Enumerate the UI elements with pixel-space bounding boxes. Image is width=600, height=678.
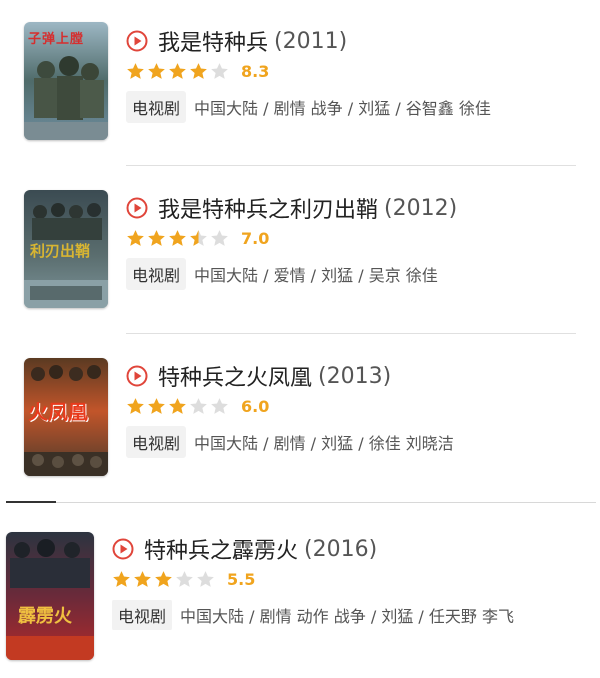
rating-score: 7.0 (241, 228, 270, 248)
rating-stars (126, 229, 231, 248)
star-filled-icon (134, 570, 151, 587)
list-item[interactable]: 子弹上膛 我是特种兵 (2011) 8.3 电视剧 中国大陆 / 剧情 战争 /… (0, 0, 600, 165)
star-filled-icon (148, 62, 165, 79)
item-year: (2012) (384, 195, 458, 221)
play-icon[interactable] (112, 538, 134, 560)
star-empty-icon (190, 397, 207, 414)
divider (56, 502, 596, 503)
item-title[interactable]: 特种兵之霹雳火 (144, 533, 298, 565)
type-tag: 电视剧 (126, 91, 187, 123)
star-empty-icon (211, 62, 228, 79)
list-item[interactable]: 霹雳火 特种兵之霹雳火 (2016) 5.5 电视剧 中国大陆 / 剧情 动作 … (0, 504, 600, 678)
poster-text: 利刃出鞘 (30, 242, 91, 260)
item-title[interactable]: 特种兵之火凤凰 (158, 360, 312, 392)
item-year: (2011) (274, 28, 348, 54)
star-filled-icon (148, 229, 165, 246)
type-tag: 电视剧 (112, 600, 173, 630)
item-title[interactable]: 我是特种兵 (158, 25, 268, 57)
list-item[interactable]: 火凤凰 特种兵之火凤凰 (2013) 6.0 电视剧 中国大陆 / 剧情 / 刘… (0, 334, 600, 501)
type-tag: 电视剧 (126, 426, 187, 458)
star-filled-icon (127, 62, 144, 79)
rating-score: 5.5 (227, 569, 256, 589)
rating-stars (112, 570, 217, 589)
list-item[interactable]: 利刃出鞘 我是特种兵之利刃出鞘 (2012) 7.0 电视剧 中国大陆 / 爱情… (0, 166, 600, 333)
rating-score: 8.3 (241, 61, 270, 81)
star-half-icon (190, 229, 207, 246)
play-icon[interactable] (126, 197, 148, 219)
star-filled-icon (169, 397, 186, 414)
poster-text: 子弹上膛 (28, 32, 85, 47)
item-year: (2013) (318, 363, 392, 389)
play-icon[interactable] (126, 30, 148, 52)
star-filled-icon (148, 397, 165, 414)
item-meta: 中国大陆 / 剧情 动作 战争 / 刘猛 / 任天野 李飞 (180, 607, 514, 626)
poster-image[interactable]: 火凤凰 (24, 358, 108, 476)
rating-stars (126, 62, 231, 81)
divider (6, 501, 56, 503)
star-empty-icon (211, 229, 228, 246)
play-icon[interactable] (126, 365, 148, 387)
item-meta: 中国大陆 / 剧情 战争 / 刘猛 / 谷智鑫 徐佳 (194, 99, 491, 118)
star-empty-icon (176, 570, 193, 587)
type-tag: 电视剧 (126, 258, 187, 290)
star-filled-icon (169, 62, 186, 79)
poster-text: 霹雳火 (18, 606, 72, 627)
star-filled-icon (113, 570, 130, 587)
poster-image[interactable]: 利刃出鞘 (24, 190, 108, 308)
star-filled-icon (190, 62, 207, 79)
star-filled-icon (127, 229, 144, 246)
star-empty-icon (197, 570, 214, 587)
star-empty-icon (211, 397, 228, 414)
item-meta: 中国大陆 / 剧情 / 刘猛 / 徐佳 刘晓洁 (194, 434, 454, 453)
poster-text: 火凤凰 (28, 400, 88, 424)
item-meta: 中国大陆 / 爱情 / 刘猛 / 吴京 徐佳 (194, 266, 438, 285)
poster-image[interactable]: 霹雳火 (6, 532, 94, 660)
rating-score: 6.0 (241, 396, 270, 416)
item-year: (2016) (304, 536, 378, 562)
star-filled-icon (169, 229, 186, 246)
star-filled-icon (127, 397, 144, 414)
rating-stars (126, 397, 231, 416)
star-filled-icon (155, 570, 172, 587)
poster-image[interactable]: 子弹上膛 (24, 22, 108, 140)
item-title[interactable]: 我是特种兵之利刃出鞘 (158, 192, 378, 224)
